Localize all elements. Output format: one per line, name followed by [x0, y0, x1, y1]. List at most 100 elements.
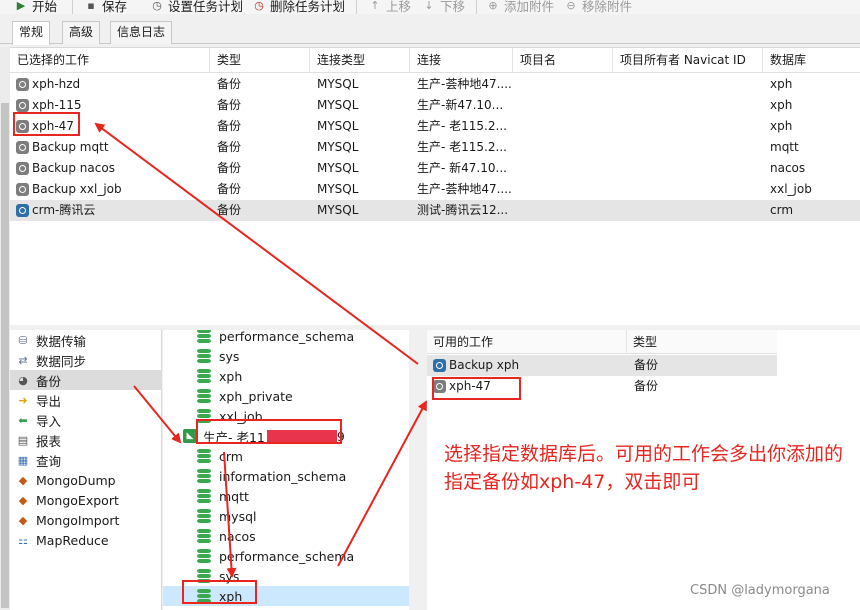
col-available-type[interactable]: 类型 — [627, 330, 777, 354]
move-up-label: 上移 — [386, 0, 412, 14]
col-available-job[interactable]: 可用的工作 — [427, 330, 627, 354]
table-cell-name: Backup xxl_job — [32, 182, 122, 196]
tree-database-item[interactable]: nacos — [163, 526, 409, 546]
col-owner[interactable]: 项目所有者 Navicat ID — [613, 48, 763, 73]
table-cell-type: 备份 — [217, 98, 242, 112]
sidebar-item[interactable]: ▦ 查询 — [10, 450, 162, 470]
col-project[interactable]: 项目名 — [513, 48, 613, 73]
table-row[interactable]: crm-腾讯云 备份 MYSQL 测试-腾讯云12... crm — [10, 200, 860, 221]
paperclip-add-icon: ⊕ — [488, 0, 498, 12]
save-label: 保存 — [102, 0, 128, 14]
tree-database-item[interactable]: crm — [163, 446, 409, 466]
table-row[interactable]: xph-115 备份 MYSQL 生产-新47.10... xph — [10, 95, 860, 116]
set-schedule-button[interactable]: ◷ 设置任务计划 — [150, 0, 243, 14]
sidebar-item[interactable]: ⇄ 数据同步 — [10, 350, 162, 370]
table-cell-conn-type: MYSQL — [317, 98, 359, 112]
save-button[interactable]: ▪ 保存 — [84, 0, 127, 14]
mapreduce-icon: ⚏ — [18, 533, 28, 547]
tree-database-item[interactable]: mqtt — [163, 486, 409, 506]
mongoexport-icon: ◆ — [18, 493, 28, 507]
tree-database-item[interactable]: xph — [163, 366, 409, 386]
sidebar-item[interactable]: ⬅ 导入 — [10, 410, 162, 430]
tree-item-label: mysql — [219, 508, 257, 524]
tree-database-item[interactable]: information_schema — [163, 466, 409, 486]
start-button[interactable]: ▶ 开始 — [14, 0, 57, 14]
table-cell-db: xph — [770, 77, 793, 91]
col-selected-job[interactable]: 已选择的工作 — [10, 48, 210, 73]
pane-divider[interactable] — [409, 330, 427, 610]
table-cell-owner — [613, 200, 763, 221]
tree-database-item[interactable]: performance_schema — [163, 330, 409, 346]
table-cell-conn-type: MYSQL — [317, 182, 359, 196]
export-icon: ➜ — [18, 393, 28, 407]
sidebar-item[interactable]: ⛁ 数据传输 — [10, 330, 162, 350]
delete-schedule-label: 删除任务计划 — [270, 0, 346, 14]
delete-schedule-button[interactable]: ◷ 删除任务计划 — [252, 0, 345, 14]
sidebar-item[interactable]: ◕ 备份 — [10, 370, 162, 390]
available-job-type: 备份 — [634, 379, 659, 393]
remove-attachment-label: 移除附件 — [582, 0, 633, 14]
remove-attachment-button[interactable]: ⊖ 移除附件 — [564, 0, 632, 14]
sidebar-item[interactable]: ➜ 导出 — [10, 390, 162, 410]
available-job-row[interactable]: Backup xph 备份 — [427, 355, 777, 376]
move-down-button[interactable]: ↓ 下移 — [422, 0, 465, 14]
table-cell-db: mqtt — [770, 140, 799, 154]
move-down-label: 下移 — [440, 0, 466, 14]
tab-general[interactable]: 常规 — [12, 21, 51, 45]
col-database[interactable]: 数据库 — [763, 48, 860, 73]
sidebar-item-label: 查询 — [36, 453, 62, 469]
table-row[interactable]: xph-hzd 备份 MYSQL 生产-荟种地47.... xph — [10, 74, 860, 95]
col-conn-type[interactable]: 连接类型 — [310, 48, 410, 73]
move-up-button[interactable]: ↑ 上移 — [368, 0, 411, 14]
sidebar-item[interactable]: ▤ 报表 — [10, 430, 162, 450]
tree-item-label: crm — [219, 448, 243, 464]
highlight-box-xph-db — [182, 580, 257, 604]
sidebar-item-label: MapReduce — [36, 532, 109, 548]
table-cell-conn: 生产- 老115.2... — [417, 119, 507, 133]
add-attachment-label: 添加附件 — [504, 0, 555, 14]
table-cell-type: 备份 — [217, 203, 242, 217]
sidebar-item[interactable]: ◆ MongoDump — [10, 470, 162, 490]
table-cell-project — [513, 116, 613, 137]
paperclip-remove-icon: ⊖ — [566, 0, 576, 12]
save-icon: ▪ — [87, 0, 95, 12]
highlight-box-server — [196, 419, 342, 444]
data-sync-icon: ⇄ — [18, 353, 28, 367]
sidebar-item-label: MongoExport — [36, 492, 119, 508]
sidebar-item[interactable]: ◆ MongoImport — [10, 510, 162, 530]
tab-info-log[interactable]: 信息日志 — [110, 21, 173, 44]
sidebar-item[interactable]: ⚏ MapReduce — [10, 530, 162, 550]
tree-database-item[interactable]: performance_schema — [163, 546, 409, 566]
backup-job-icon — [16, 204, 29, 217]
tab-advanced[interactable]: 高级 — [62, 21, 101, 44]
table-cell-owner — [613, 74, 763, 95]
table-row[interactable]: Backup nacos 备份 MYSQL 生产- 新47.10... nacos — [10, 158, 860, 179]
delete-clock-icon: ◷ — [254, 0, 264, 12]
scrollbar-thumb[interactable] — [1, 103, 9, 608]
table-cell-conn-type: MYSQL — [317, 140, 359, 154]
col-type[interactable]: 类型 — [210, 48, 310, 73]
add-attachment-button[interactable]: ⊕ 添加附件 — [486, 0, 554, 14]
table-row[interactable]: Backup mqtt 备份 MYSQL 生产- 老115.2... mqtt — [10, 137, 860, 158]
tree-database-item[interactable]: xph_private — [163, 386, 409, 406]
table-cell-project — [513, 95, 613, 116]
sidebar-item[interactable]: ◆ MongoExport — [10, 490, 162, 510]
sidebar-item-label: MongoImport — [36, 512, 120, 528]
col-connection[interactable]: 连接 — [410, 48, 513, 73]
table-cell-conn: 生产- 新47.10... — [417, 161, 507, 175]
table-cell-db: xph — [770, 98, 793, 112]
table-cell-conn: 生产-荟种地47.... — [417, 182, 512, 196]
tree-item-label: information_schema — [219, 468, 347, 484]
tree-item-label: xph_private — [219, 388, 293, 404]
table-row[interactable]: Backup xxl_job 备份 MYSQL 生产-荟种地47.... xxl_job — [10, 179, 860, 200]
database-tree: performance_schema sys xph xph_private xxl_j… — [163, 330, 409, 610]
table-cell-conn-type: MYSQL — [317, 203, 359, 217]
database-icon — [197, 549, 211, 563]
left-scrollbar[interactable] — [0, 47, 10, 610]
backup-icon: ◕ — [18, 373, 28, 387]
tree-database-item[interactable]: mysql — [163, 506, 409, 526]
tree-database-item[interactable]: sys — [163, 346, 409, 366]
sidebar-item-label: MongoDump — [36, 472, 116, 488]
table-row[interactable]: xph-47 备份 MYSQL 生产- 老115.2... xph — [10, 116, 860, 137]
report-icon: ▤ — [17, 433, 29, 447]
